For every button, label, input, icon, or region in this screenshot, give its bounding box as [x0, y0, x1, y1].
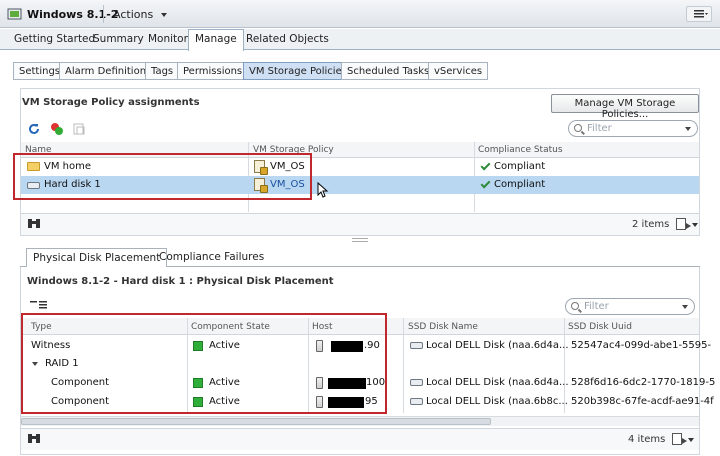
disk-icon — [410, 342, 423, 349]
subtab-tags[interactable]: Tags — [145, 62, 180, 80]
refresh-icon[interactable] — [27, 122, 41, 136]
actions-menu[interactable]: Actions — [113, 8, 167, 21]
item-count: 4 items — [628, 434, 666, 445]
list-menu-icon — [694, 10, 708, 18]
tab-physical-disk-placement[interactable]: Physical Disk Placement — [26, 248, 168, 267]
tab-getting-started[interactable]: Getting Started — [14, 33, 95, 45]
row-ssd-name: Local DELL Disk (naa.6d4a... — [426, 377, 569, 388]
placement-title: Windows 8.1-2 - Hard disk 1 : Physical D… — [27, 276, 334, 287]
subtab-alarm-definitions[interactable]: Alarm Definitions — [59, 62, 158, 80]
subtab-scheduled-tasks[interactable]: Scheduled Tasks — [341, 62, 436, 80]
col-ssd-disk-name[interactable]: SSD Disk Name — [408, 322, 478, 332]
checkmark-icon — [480, 160, 491, 171]
subtab-permissions[interactable]: Permissions — [177, 62, 249, 80]
binoculars-icon[interactable] — [27, 433, 41, 444]
assignments-title: VM Storage Policy assignments — [22, 97, 200, 108]
export-icon[interactable] — [676, 218, 691, 230]
tab-related-objects[interactable]: Related Objects — [246, 33, 329, 45]
check-compliance-icon[interactable] — [50, 122, 64, 136]
highlight-box — [21, 313, 387, 414]
assignments-footer — [21, 213, 699, 235]
chevron-down-icon — [685, 127, 691, 131]
filter-placeholder: Filter — [587, 123, 612, 134]
export-icon[interactable] — [672, 433, 687, 445]
disk-icon — [410, 398, 423, 405]
search-icon — [574, 124, 582, 132]
view-menu-button[interactable] — [686, 6, 712, 22]
tab-manage[interactable]: Manage — [188, 29, 244, 51]
horizontal-scrollbar[interactable] — [21, 416, 699, 426]
subtab-vm-storage-policies[interactable]: VM Storage Policies — [243, 62, 353, 80]
row-ssd-name: Local DELL Disk (naa.6d4a... — [426, 340, 569, 351]
placement-filter[interactable]: Filter — [565, 298, 695, 315]
subtab-vservices[interactable]: vServices — [428, 62, 489, 80]
assignments-filter[interactable]: Filter — [568, 120, 698, 137]
binoculars-icon[interactable] — [27, 218, 41, 229]
item-count: 2 items — [632, 219, 670, 230]
tab-monitor[interactable]: Monitor — [148, 33, 188, 45]
highlight-box — [13, 153, 312, 200]
col-compliance-status[interactable]: Compliance Status — [478, 145, 563, 155]
actions-label: Actions — [113, 8, 154, 21]
row-ssd-name: Local DELL Disk (naa.6b8c... — [426, 396, 568, 407]
row-status: Compliant — [494, 161, 546, 172]
row-ssd-uuid: 520b398c-67fe-acdf-ae91-4f — [571, 396, 714, 407]
tab-summary[interactable]: Summary — [93, 33, 144, 45]
manage-policies-button[interactable]: Manage VM Storage Policies... — [551, 94, 699, 120]
window-title: Windows 8.1-2 — [27, 8, 119, 21]
row-ssd-uuid: 52547ac4-099d-abe1-5595- — [571, 340, 712, 351]
col-ssd-disk-uuid[interactable]: SSD Disk Uuid — [568, 322, 632, 332]
reapply-policy-icon[interactable] — [72, 122, 86, 136]
chevron-down-icon[interactable] — [692, 223, 698, 227]
checkmark-icon — [480, 178, 491, 189]
disk-icon — [410, 379, 423, 386]
row-ssd-uuid: 528f6d16-6dc2-1770-1819-5 — [571, 377, 716, 388]
title-divider — [103, 5, 104, 23]
chevron-down-icon[interactable] — [688, 438, 694, 442]
chevron-down-icon — [682, 305, 688, 309]
placement-footer — [21, 428, 699, 450]
search-icon — [571, 302, 579, 310]
scrollbar-thumb[interactable] — [21, 418, 491, 425]
expand-collapse-icon[interactable] — [29, 299, 49, 311]
vm-icon — [7, 8, 22, 20]
panel-splitter[interactable] — [352, 238, 368, 242]
chevron-down-icon — [160, 13, 167, 17]
tab-compliance-failures[interactable]: Compliance Failures — [159, 251, 264, 263]
filter-placeholder: Filter — [584, 301, 609, 312]
row-status: Compliant — [494, 179, 546, 190]
mouse-cursor-icon — [317, 182, 329, 198]
